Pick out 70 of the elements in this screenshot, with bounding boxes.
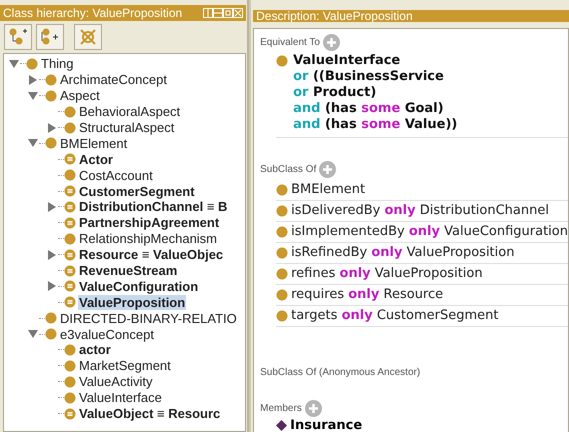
- section-label: Members: [260, 402, 302, 416]
- tree-item[interactable]: ValueConfiguration: [78, 278, 200, 294]
- tree-item[interactable]: PartnershipAgreement: [78, 215, 220, 230]
- expanded-toggle-icon[interactable]: [27, 328, 39, 340]
- window-controls-icon[interactable]: [203, 8, 243, 18]
- tree-item[interactable]: ValueInterface: [78, 390, 163, 406]
- superclass-expression: isRefinedBy only ValueProposition: [291, 244, 514, 262]
- individual-icon: [276, 420, 288, 431]
- section-label: SubClass Of (Anonymous Ancestor): [260, 366, 420, 380]
- tree-item[interactable]: DistributionChannel ≡ B: [78, 199, 228, 214]
- superclass-expression: refines only ValueProposition: [291, 265, 483, 284]
- tree-item[interactable]: Thing: [40, 56, 75, 72]
- collapsed-toggle-icon[interactable]: [46, 248, 58, 261]
- tree-item[interactable]: BMElement: [59, 136, 128, 151]
- class-expression: or ((BusinessService: [293, 68, 444, 86]
- plus-icon: [308, 402, 319, 414]
- tree-item[interactable]: RelationshipMechanism: [78, 231, 218, 246]
- class-icon: [276, 268, 288, 280]
- tree-item[interactable]: actor: [78, 342, 112, 358]
- tree-item[interactable]: StructuralAspect: [78, 120, 176, 135]
- add-subclass-icon: [8, 28, 28, 46]
- class-icon: [276, 205, 288, 217]
- delete-class-button[interactable]: [74, 24, 102, 50]
- class-icon: [276, 226, 288, 238]
- class-expression: ValueInterface: [293, 52, 400, 70]
- tree-item[interactable]: RevenueStream: [78, 263, 178, 278]
- delete-class-icon: [79, 28, 97, 46]
- tree-item[interactable]: BehavioralAspect: [78, 104, 182, 120]
- plus-icon: [322, 164, 334, 174]
- panel-title: Description: ValueProposition: [256, 10, 413, 22]
- class-icon: [276, 184, 288, 196]
- tree-item[interactable]: CostAccount: [78, 168, 154, 183]
- panel-title: Class hierarchy: ValueProposition: [3, 7, 182, 19]
- tree-item[interactable]: DIRECTED-BINARY-RELATIO: [59, 310, 238, 326]
- plus-icon: [326, 36, 337, 48]
- collapsed-toggle-icon[interactable]: [27, 74, 39, 86]
- superclass-expression: isImplementedBy only ValueConfiguration: [291, 223, 568, 242]
- tree-item[interactable]: ValueProposition: [78, 294, 186, 310]
- tree-item[interactable]: ValueActivity: [78, 374, 154, 390]
- class-icon: [276, 55, 288, 67]
- class-expression: or Product): [293, 84, 376, 102]
- class-expression: and (has some Value)): [293, 116, 458, 134]
- add-subclass-button[interactable]: [4, 24, 32, 50]
- tree-item[interactable]: CustomerSegment: [78, 184, 196, 199]
- tree-item[interactable]: ArchimateConcept: [59, 72, 168, 88]
- class-expression: and (has some Goal): [293, 100, 444, 118]
- superclass-expression: requires only Resource: [291, 286, 444, 304]
- section-label: Equivalent To: [260, 36, 320, 50]
- collapsed-toggle-icon[interactable]: [46, 200, 58, 213]
- add-sibling-icon: [40, 28, 60, 46]
- tree-item[interactable]: Actor: [78, 152, 114, 167]
- add-sibling-button[interactable]: [36, 24, 64, 50]
- class-icon: [276, 310, 288, 322]
- tree-item[interactable]: Resource ≡ ValueObjec: [78, 247, 224, 262]
- tree-item[interactable]: Aspect: [59, 88, 101, 104]
- member-item[interactable]: Insurance: [290, 416, 362, 432]
- section-label: SubClass Of: [260, 162, 316, 176]
- expanded-toggle-icon[interactable]: [8, 58, 20, 70]
- collapsed-toggle-icon[interactable]: [46, 280, 58, 292]
- tree-item[interactable]: MarketSegment: [78, 358, 172, 374]
- superclass-expression: targets only CustomerSegment: [291, 307, 498, 326]
- expanded-toggle-icon[interactable]: [27, 90, 39, 102]
- superclass-expression: BMElement: [291, 181, 366, 200]
- superclass-expression: isDeliveredBy only DistributionChannel: [291, 202, 549, 220]
- tree-item[interactable]: e3valueConcept: [59, 326, 155, 342]
- class-icon: [276, 247, 288, 259]
- class-icon: [276, 289, 288, 301]
- collapsed-toggle-icon[interactable]: [46, 122, 58, 134]
- tree-item[interactable]: ValueObject ≡ Resourc: [78, 406, 222, 422]
- expanded-toggle-icon[interactable]: [27, 137, 39, 150]
